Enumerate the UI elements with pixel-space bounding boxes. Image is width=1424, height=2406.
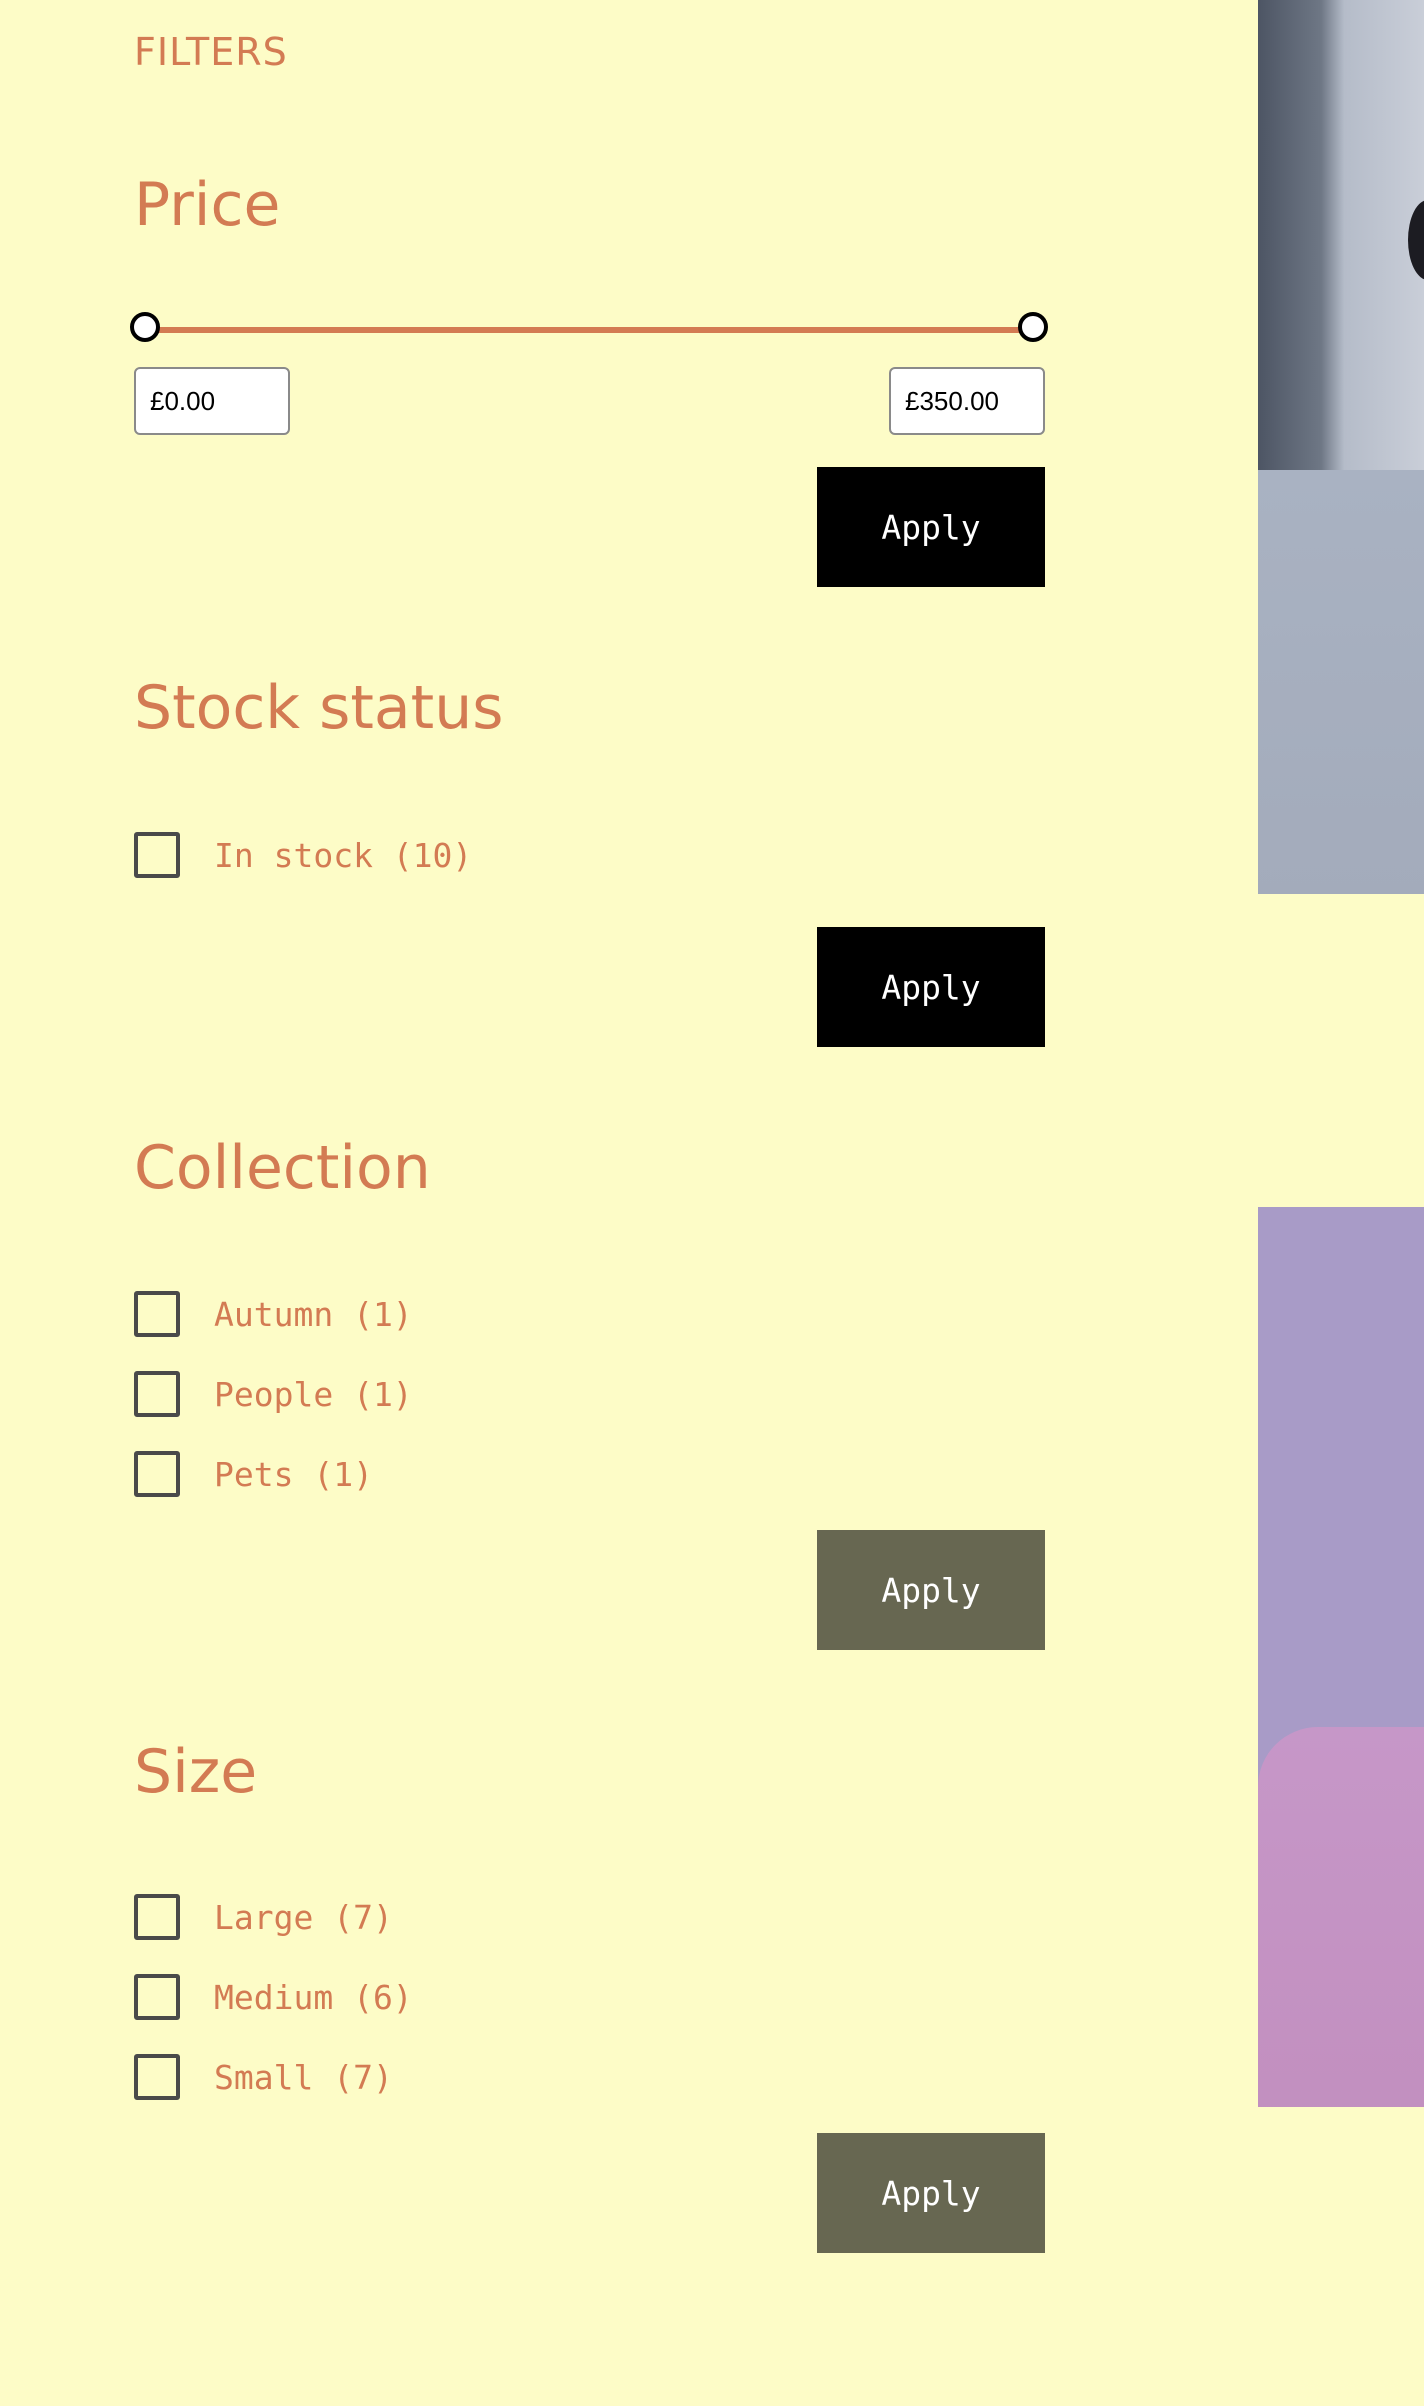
product-image[interactable] [1258,0,1424,894]
slider-range-fill [145,327,1033,333]
collection-option-autumn[interactable]: Autumn (1) [134,1290,413,1338]
size-heading: Size [134,1737,258,1807]
checkbox[interactable] [134,832,180,878]
checkbox[interactable] [134,1291,180,1337]
slider-max-handle[interactable] [1018,312,1048,342]
price-min-input[interactable] [134,367,290,435]
checkbox[interactable] [134,1974,180,2020]
apply-price-button[interactable]: Apply [817,467,1045,587]
collection-heading: Collection [134,1133,431,1203]
option-label: Autumn (1) [214,1294,413,1334]
option-label: Pets (1) [214,1454,373,1494]
option-label: Large (7) [214,1897,393,1937]
apply-collection-button[interactable]: Apply [817,1530,1045,1650]
apply-size-button[interactable]: Apply [817,2133,1045,2253]
collection-option-pets[interactable]: Pets (1) [134,1450,373,1498]
sleeve-shape [1258,1727,1424,2107]
collection-option-people[interactable]: People (1) [134,1370,413,1418]
shirt-shape [1258,470,1424,894]
option-label: Medium (6) [214,1977,413,2017]
checkbox[interactable] [134,1371,180,1417]
option-label: In stock (10) [214,835,473,875]
stock-option-in-stock[interactable]: In stock (10) [134,831,472,879]
slider-min-handle[interactable] [130,312,160,342]
checkbox[interactable] [134,1451,180,1497]
product-image[interactable] [1258,1207,1424,2107]
checkbox[interactable] [134,1894,180,1940]
size-option-large[interactable]: Large (7) [134,1893,393,1941]
option-label: Small (7) [214,2057,393,2097]
price-heading: Price [134,170,281,240]
apply-stock-status-button[interactable]: Apply [817,927,1045,1047]
size-option-small[interactable]: Small (7) [134,2053,393,2101]
price-range-slider[interactable] [130,310,1048,350]
hair-shape [1408,200,1424,280]
size-option-medium[interactable]: Medium (6) [134,1973,413,2021]
stock-status-heading: Stock status [134,673,504,743]
option-label: People (1) [214,1374,413,1414]
price-max-input[interactable] [889,367,1045,435]
checkbox[interactable] [134,2054,180,2100]
filters-title: FILTERS [134,30,288,74]
